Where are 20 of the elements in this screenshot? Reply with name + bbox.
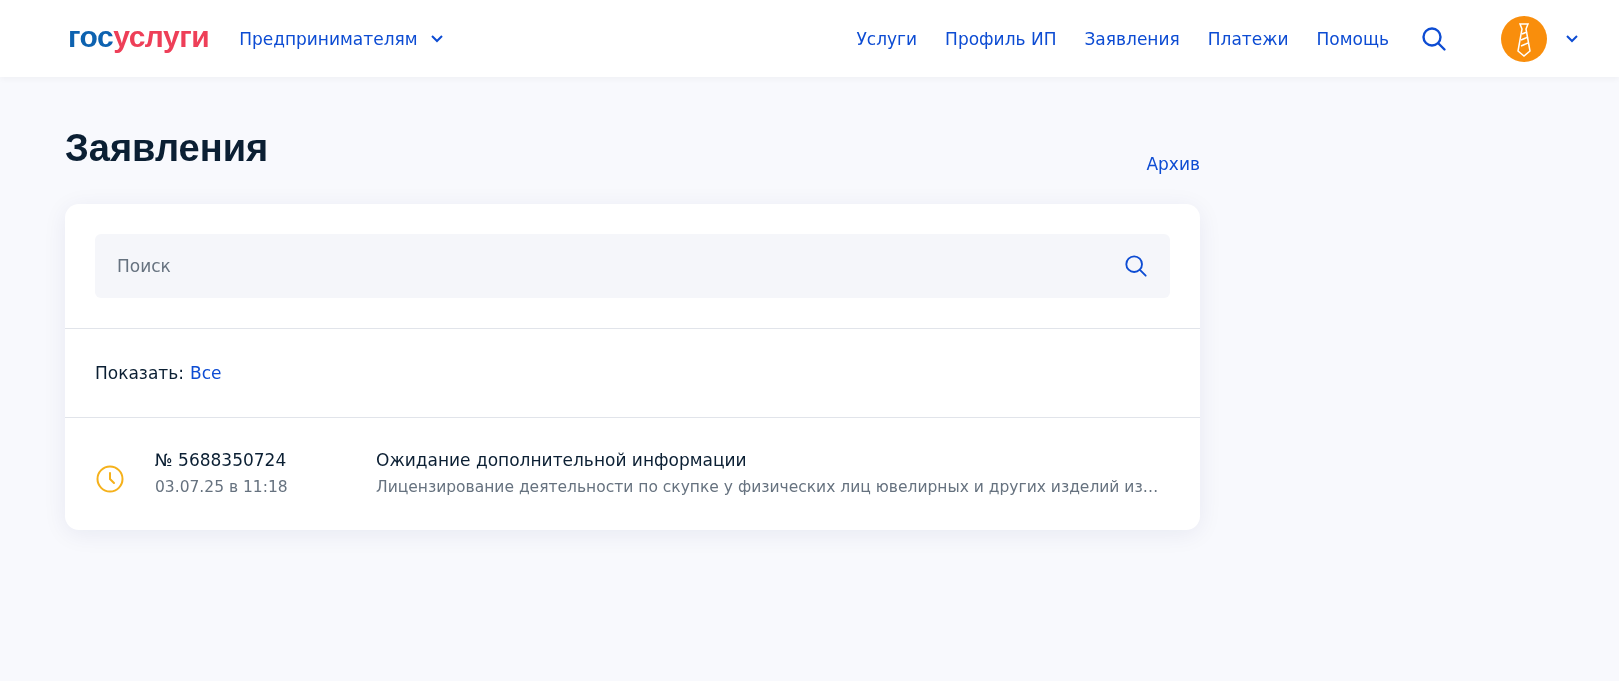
filter-label: Показать:: [95, 363, 184, 383]
archive-link[interactable]: Архив: [1146, 154, 1200, 174]
nav-link[interactable]: Услуги: [856, 28, 918, 49]
application-description: Лицензирование деятельности по скупке у физических лиц ювелирных и других изделий из…: [376, 478, 1159, 496]
application-number[interactable]: № 5688350724: [155, 450, 376, 470]
nav-link[interactable]: Профиль ИП: [945, 28, 1057, 49]
search-icon[interactable]: [1124, 254, 1148, 278]
nav-link[interactable]: Платежи: [1207, 28, 1289, 49]
site-logo[interactable]: госуслуги: [68, 19, 210, 54]
application-date: 03.07.25 в 11:18: [155, 478, 289, 496]
nav-link[interactable]: Заявления: [1084, 28, 1180, 49]
filter-link[interactable]: Все: [190, 363, 222, 383]
application-status[interactable]: Ожидание дополнительной информации: [376, 450, 1159, 470]
search-field[interactable]: Поиск: [95, 234, 1170, 298]
search-icon[interactable]: [1421, 25, 1447, 52]
page-title: Заявления: [65, 127, 269, 170]
chevron-down-icon: [429, 34, 444, 43]
section-dropdown[interactable]: Предпринимателям: [239, 28, 444, 49]
chevron-down-icon[interactable]: [1565, 34, 1579, 43]
nav-link[interactable]: Помощь: [1316, 28, 1389, 49]
